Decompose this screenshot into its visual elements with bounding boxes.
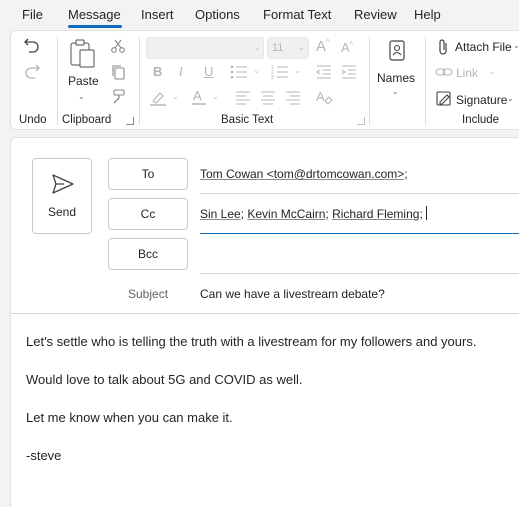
group-label-clipboard: Clipboard	[62, 114, 112, 126]
cc-field-underline	[200, 233, 519, 234]
bcc-field[interactable]	[200, 247, 519, 263]
text-cursor	[425, 206, 427, 220]
increase-indent-icon[interactable]	[341, 65, 357, 79]
subject-label: Subject	[128, 287, 169, 301]
active-tab-indicator	[68, 25, 122, 28]
cc-recipient[interactable]: Kevin McCairn	[247, 207, 325, 221]
menu-help[interactable]: Help	[414, 7, 441, 22]
bcc-button[interactable]: Bcc	[108, 238, 188, 270]
to-button[interactable]: To	[108, 158, 188, 190]
shrink-font-icon[interactable]: A^	[341, 41, 353, 54]
link-icon[interactable]	[435, 66, 453, 78]
align-right-icon[interactable]	[285, 91, 301, 105]
compose-pane: Send To Tom Cowan <tom@drtomcowan.com>; …	[10, 137, 519, 507]
bold-icon[interactable]: B	[153, 65, 162, 78]
cut-icon[interactable]	[110, 38, 126, 54]
font-size-chevron-icon[interactable]: ⌄	[298, 43, 305, 52]
bullets-icon[interactable]	[230, 64, 248, 80]
font-name-chevron-icon[interactable]: ⌄	[254, 43, 261, 52]
body-line: Would love to talk about 5G and COVID as…	[26, 372, 303, 387]
signature-chevron-icon[interactable]: ⌄	[507, 94, 514, 103]
ribbon-divider	[425, 37, 426, 125]
paste-icon[interactable]	[68, 38, 98, 70]
message-body[interactable]: Let's settle who is telling the truth wi…	[11, 314, 519, 507]
cc-recipient[interactable]: Sin Lee	[200, 207, 241, 221]
group-label-include: Include	[462, 114, 500, 126]
align-left-icon[interactable]	[235, 91, 251, 105]
names-chevron-icon[interactable]: ⌄	[392, 87, 399, 96]
paste-dropdown-chevron-icon[interactable]: ⌄	[78, 92, 85, 101]
send-label: Send	[47, 205, 77, 219]
recipient-separator: ;	[404, 167, 408, 181]
names-button[interactable]: Names	[377, 71, 415, 85]
cc-field[interactable]: Sin Lee; Kevin McCairn; Richard Fleming;	[200, 206, 427, 221]
cc-recipient[interactable]: Richard Fleming	[332, 207, 419, 221]
signature-icon[interactable]	[436, 91, 452, 107]
menu-insert[interactable]: Insert	[141, 7, 174, 22]
menu-file[interactable]: File	[22, 7, 43, 22]
group-label-undo: Undo	[19, 114, 47, 126]
signature-button[interactable]: Signature	[456, 93, 507, 107]
ribbon-divider	[139, 37, 140, 125]
numbering-chevron-icon[interactable]: ⌄	[294, 66, 301, 75]
body-line: Let me know when you can make it.	[26, 410, 233, 425]
bcc-field-underline	[200, 273, 519, 274]
svg-text:A: A	[316, 89, 325, 104]
subject-field[interactable]: Can we have a livestream debate?	[200, 287, 385, 301]
format-painter-icon[interactable]	[110, 88, 126, 104]
to-recipient[interactable]: Tom Cowan <tom@drtomcowan.com>	[200, 167, 404, 181]
font-color-chevron-icon[interactable]: ⌄	[212, 92, 219, 101]
numbering-icon[interactable]: 123	[271, 64, 289, 80]
highlight-icon[interactable]	[149, 90, 167, 106]
bullets-chevron-icon[interactable]: ⌄	[253, 66, 260, 75]
to-field[interactable]: Tom Cowan <tom@drtomcowan.com>;	[200, 167, 408, 181]
svg-text:A: A	[193, 89, 202, 103]
send-button[interactable]: Send	[32, 158, 92, 234]
redo-icon[interactable]	[23, 62, 41, 80]
decrease-indent-icon[interactable]	[316, 65, 332, 79]
link-button[interactable]: Link	[456, 66, 478, 80]
attach-file-icon[interactable]	[437, 38, 449, 56]
group-label-basic-text: Basic Text	[221, 114, 274, 126]
menu-message[interactable]: Message	[68, 7, 121, 22]
paste-label[interactable]: Paste	[68, 74, 99, 88]
menu-format-text[interactable]: Format Text	[263, 7, 331, 22]
address-book-icon[interactable]	[388, 40, 406, 62]
font-color-icon[interactable]: A	[191, 89, 207, 106]
clear-formatting-icon[interactable]: A	[315, 89, 333, 106]
body-line: -steve	[26, 448, 62, 463]
send-icon	[52, 174, 74, 194]
ribbon: Undo Paste ⌄ Clipboard ⌄ 11 ⌄ A^ A^ B I …	[10, 30, 519, 130]
undo-icon[interactable]	[23, 36, 41, 54]
menu-review[interactable]: Review	[354, 7, 397, 22]
copy-icon[interactable]	[110, 64, 126, 80]
font-size-value: 11	[272, 42, 284, 54]
basic-text-launcher-icon[interactable]	[357, 117, 365, 125]
ribbon-divider	[57, 37, 58, 125]
menu-options[interactable]: Options	[195, 7, 240, 22]
underline-icon[interactable]: U	[204, 65, 213, 78]
align-center-icon[interactable]	[260, 91, 276, 105]
body-line: Let's settle who is telling the truth wi…	[26, 334, 477, 349]
font-name-select[interactable]	[146, 37, 264, 59]
to-field-underline	[200, 193, 519, 194]
link-chevron-icon[interactable]: ⌄	[489, 67, 496, 76]
grow-font-icon[interactable]: A^	[316, 39, 330, 55]
recipient-separator: ;	[419, 207, 423, 221]
highlight-chevron-icon[interactable]: ⌄	[172, 92, 179, 101]
italic-icon[interactable]: I	[179, 65, 183, 78]
attach-file-button[interactable]: Attach File	[455, 40, 512, 54]
cc-button[interactable]: Cc	[108, 198, 188, 230]
ribbon-divider	[369, 37, 370, 125]
attach-file-chevron-icon[interactable]: ⌄	[513, 41, 519, 50]
clipboard-launcher-icon[interactable]	[126, 117, 134, 125]
svg-text:3: 3	[271, 75, 274, 80]
menu-bar: File Message Insert Options Format Text …	[0, 0, 519, 30]
